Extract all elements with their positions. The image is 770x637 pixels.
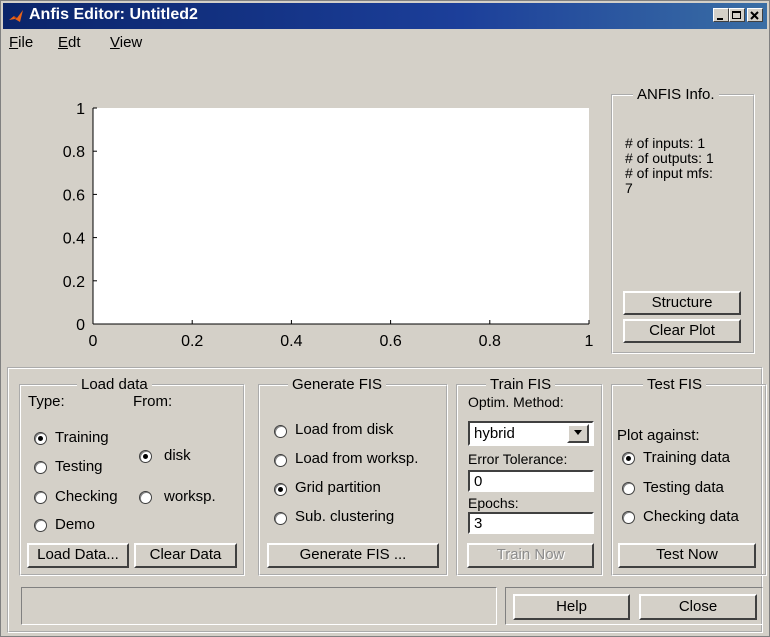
optim-method-select[interactable]: hybrid [468,421,594,446]
generate-fis-button[interactable]: Generate FIS ... [267,543,439,568]
clear-data-button[interactable]: Clear Data [134,543,237,568]
sub-clustering-label: Sub. clustering [295,508,395,525]
error-tolerance-input[interactable]: 0 [468,470,594,492]
test-fis-title: Test FIS [643,376,707,394]
radio-dot [38,436,43,441]
y-tick-label: 0.2 [63,274,85,291]
epochs-input[interactable]: 3 [468,512,594,534]
y-tick-label: 0.4 [63,231,85,248]
radio-grid-partition[interactable] [274,483,287,496]
from-disk-label: disk [164,447,191,464]
window-title: Anfis Editor: Untitled2 [29,6,198,23]
radio-load-from-worksp[interactable] [274,454,287,467]
y-tick-label: 0.6 [63,187,85,204]
optim-method-value: hybrid [474,425,515,442]
plot-axes[interactable]: 1 0.8 0.6 0.4 0.2 0 0 0.2 0.4 0.6 0.8 1 [31,93,611,363]
minimize-button[interactable] [713,8,729,22]
menu-file-rest: ile [18,34,34,51]
radio-sub-clustering[interactable] [274,512,287,525]
plot-area [93,108,589,324]
radio-load-from-disk[interactable] [274,425,287,438]
maximize-button[interactable] [729,8,745,22]
structure-button[interactable]: Structure [623,291,741,315]
y-tick-label: 1 [76,101,85,118]
from-label: From: [133,393,173,410]
radio-dot [626,456,631,461]
radio-test-training-data[interactable] [622,452,635,465]
type-checking-label: Checking [55,488,118,505]
radio-type-testing[interactable] [34,461,47,474]
menu-view[interactable]: View [110,34,142,51]
x-tick-label: 0.6 [379,333,401,350]
radio-dot [278,487,283,492]
radio-test-testing-data[interactable] [622,482,635,495]
optim-method-label: Optim. Method: [468,394,564,410]
grid-partition-label: Grid partition [295,479,381,496]
anfis-info-title: ANFIS Info. [633,86,719,104]
menu-edit-mnemonic: E [58,34,69,51]
info-outputs: # of outputs: 1 [625,150,714,166]
x-tick-label: 0 [89,333,98,350]
clear-plot-button[interactable]: Clear Plot [623,319,741,343]
y-tick-label: 0.8 [63,144,85,161]
type-testing-label: Testing [55,458,103,475]
y-tick-label: 0 [76,317,85,334]
menu-file[interactable]: File [9,34,33,51]
x-tick-label: 1 [585,333,594,350]
load-data-title: Load data [77,376,152,394]
load-data-button[interactable]: Load Data... [27,543,129,568]
menu-bar: File Edt View [3,31,767,55]
optim-method-dropdown-button[interactable] [567,424,589,443]
close-icon [750,11,759,20]
radio-from-worksp[interactable] [139,491,152,504]
anfis-info-text: # of inputs: 1 # of outputs: 1 # of inpu… [625,136,755,196]
type-demo-label: Demo [55,516,96,533]
anfis-editor-window: Anfis Editor: Untitled2 File Edt View 1 0… [0,0,770,637]
radio-from-disk[interactable] [139,450,152,463]
radio-dot [143,454,148,459]
close-window-button[interactable] [747,8,763,22]
test-checking-data-label: Checking data [643,508,739,525]
radio-type-demo[interactable] [34,519,47,532]
help-button[interactable]: Help [513,594,630,620]
title-bar[interactable]: Anfis Editor: Untitled2 [3,3,767,29]
test-testing-data-label: Testing data [643,479,724,496]
x-tick-label: 0.4 [280,333,302,350]
radio-test-checking-data[interactable] [622,511,635,524]
radio-type-training[interactable] [34,432,47,445]
chevron-down-icon [574,430,582,435]
type-training-label: Training [55,429,109,446]
x-tick-label: 0.8 [479,333,501,350]
epochs-label: Epochs: [468,495,519,511]
anfis-info-frame: ANFIS Info. [611,86,755,354]
menu-view-mnemonic: V [110,34,120,51]
menu-edit-rest: dt [68,34,81,51]
menu-file-mnemonic: F [9,34,19,51]
menu-view-rest: iew [119,34,143,51]
maximize-icon [732,11,741,19]
plot-against-label: Plot against: [617,427,700,444]
close-button[interactable]: Close [639,594,757,620]
menu-edit[interactable]: Edt [58,34,81,51]
train-now-button[interactable]: Train Now [467,543,594,568]
test-training-data-label: Training data [643,449,730,466]
error-tolerance-label: Error Tolerance: [468,451,568,467]
info-inputs: # of inputs: 1 [625,135,706,151]
minimize-icon [717,18,723,20]
load-from-worksp-label: Load from worksp. [295,450,419,467]
info-input-mfs-value: 7 [625,180,633,196]
generate-fis-title: Generate FIS [288,376,387,394]
test-now-button[interactable]: Test Now [618,543,756,568]
load-from-disk-label: Load from disk [295,421,394,438]
radio-type-checking[interactable] [34,491,47,504]
type-label: Type: [28,393,65,410]
train-fis-title: Train FIS [486,376,556,394]
from-worksp-label: worksp. [164,488,216,505]
status-bar [21,587,497,625]
info-input-mfs: # of input mfs: [625,165,713,181]
x-tick-label: 0.2 [181,333,203,350]
matlab-logo-icon [9,10,23,22]
